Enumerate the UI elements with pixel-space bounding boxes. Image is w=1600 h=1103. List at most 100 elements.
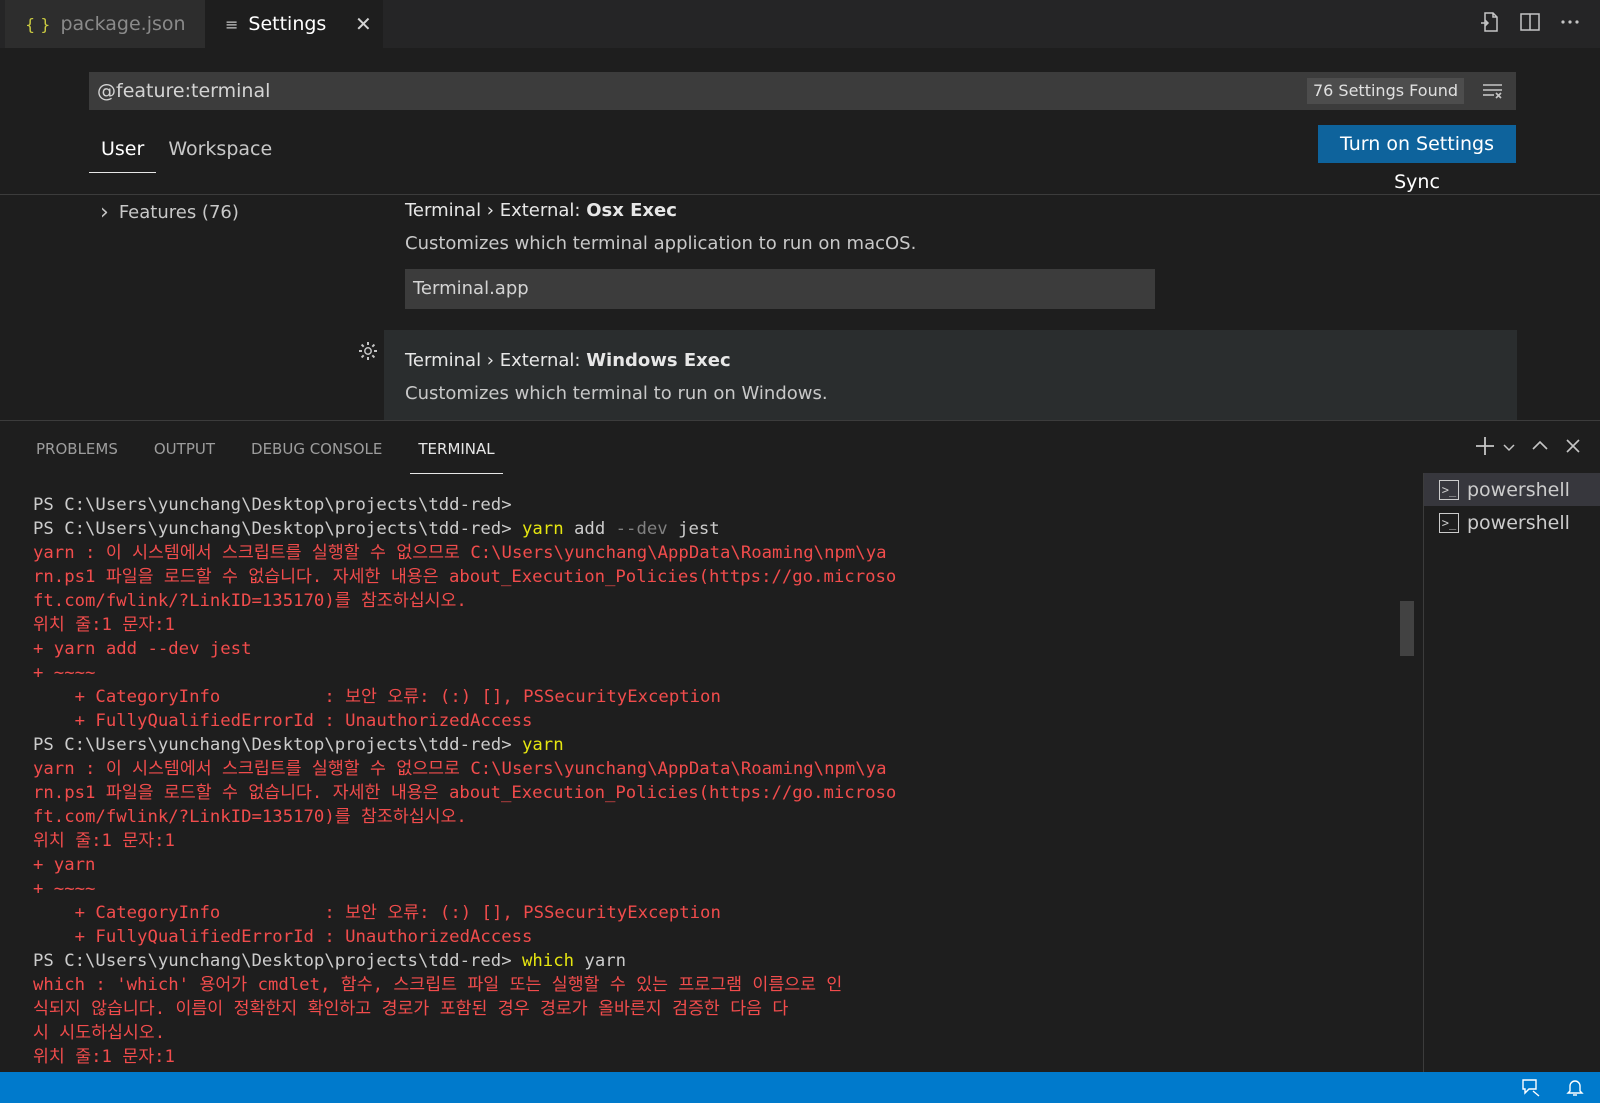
tab-settings[interactable]: ≡ Settings ✕ (205, 0, 383, 48)
terminal-line: + FullyQualifiedErrorId : UnauthorizedAc… (33, 709, 1393, 733)
setting-description: Customizes which terminal to run on Wind… (405, 383, 828, 404)
terminal-text: 식되지 않습니다. 이름이 정확한지 확인하고 경로가 포함된 경우 경로가 올… (33, 999, 789, 1019)
terminal-text: + FullyQualifiedErrorId : UnauthorizedAc… (33, 927, 533, 947)
terminal-text: 위치 줄:1 문자:1 (33, 615, 175, 635)
terminal-line: + CategoryInfo : 보안 오류: (:) [], PSSecuri… (33, 685, 1393, 709)
panel-tabs: PROBLEMS OUTPUT DEBUG CONSOLE TERMINAL (28, 421, 523, 474)
terminal-text: PS C:\Users\yunchang\Desktop\projects\td… (33, 519, 522, 539)
split-editor-icon[interactable] (1518, 10, 1542, 34)
status-bar (0, 1072, 1600, 1103)
setting-title: Terminal › External: Windows Exec (405, 350, 731, 371)
terminal-line: rn.ps1 파일을 로드할 수 없습니다. 자세한 내용은 about_Exe… (33, 565, 1393, 589)
terminal-line: 시 시도하십시오. (33, 1021, 1393, 1045)
chevron-right-icon: › (100, 200, 109, 225)
terminal-text: 위치 줄:1 문자:1 (33, 1047, 175, 1067)
tab-workspace[interactable]: Workspace (156, 128, 284, 172)
close-panel-icon[interactable] (1564, 437, 1582, 459)
terminal-line: 위치 줄:1 문자:1 (33, 1045, 1393, 1069)
terminal-line: PS C:\Users\yunchang\Desktop\projects\td… (33, 949, 1393, 973)
terminal-scrollbar[interactable] (1400, 601, 1414, 656)
terminal-line: 식되지 않습니다. 이름이 정확한지 확인하고 경로가 포함된 경우 경로가 올… (33, 997, 1393, 1021)
tab-label: Settings (248, 13, 327, 35)
close-icon[interactable]: ✕ (355, 12, 372, 36)
terminal-line: PS C:\Users\yunchang\Desktop\projects\td… (33, 733, 1393, 757)
terminal-line: ft.com/fwlink/?LinkID=135170)를 참조하십시오. (33, 589, 1393, 613)
terminal-text: PS C:\Users\yunchang\Desktop\projects\td… (33, 495, 512, 515)
settings-sync-button[interactable]: Turn on Settings Sync (1318, 125, 1516, 193)
terminal-text: rn.ps1 파일을 로드할 수 없습니다. 자세한 내용은 about_Exe… (33, 783, 897, 803)
terminal-text: rn.ps1 파일을 로드할 수 없습니다. 자세한 내용은 about_Exe… (33, 567, 897, 587)
terminal-line: + yarn add --dev jest (33, 637, 1393, 661)
setting-name: Osx Exec (586, 200, 677, 221)
settings-search-input[interactable]: @feature:terminal 76 Settings Found (89, 72, 1516, 110)
terminal-text: jest (667, 519, 720, 539)
search-query: @feature:terminal (97, 80, 271, 102)
terminal-text: + ~~~~ (33, 663, 96, 683)
terminal-line: + ~~~~ (33, 877, 1393, 901)
terminal-text: 시 시도하십시오. (33, 1023, 166, 1043)
tab-terminal[interactable]: TERMINAL (410, 421, 503, 474)
osx-exec-input[interactable]: Terminal.app (405, 269, 1155, 309)
setting-title: Terminal › External: Osx Exec (405, 200, 677, 221)
terminal-line: which : 'which' 용어가 cmdlet, 함수, 스크립트 파일 … (33, 973, 1393, 997)
terminal-text: ft.com/fwlink/?LinkID=135170)를 참조하십시오. (33, 591, 467, 611)
terminal-line: + CategoryInfo : 보안 오류: (:) [], PSSecuri… (33, 901, 1393, 925)
terminal-text: which : 'which' 용어가 cmdlet, 함수, 스크립트 파일 … (33, 975, 843, 995)
tab-user[interactable]: User (89, 128, 157, 173)
tab-problems[interactable]: PROBLEMS (28, 421, 126, 473)
terminal-text: yarn : 이 시스템에서 스크립트를 실행할 수 없으므로 C:\Users… (33, 543, 887, 563)
settings-editor: @feature:terminal 76 Settings Found User… (0, 48, 1600, 420)
terminal-text: + ~~~~ (33, 879, 96, 899)
tab-package-json[interactable]: { } package.json (5, 0, 205, 48)
terminal-instance-label: powershell (1467, 478, 1570, 501)
notifications-bell-icon[interactable] (1564, 1076, 1586, 1102)
terminal-output[interactable]: PS C:\Users\yunchang\Desktop\projects\td… (33, 493, 1393, 1069)
terminal-text: which (522, 951, 575, 971)
toc-label: Features (76) (118, 202, 239, 223)
editor-tab-bar: { } package.json ≡ Settings ✕ (0, 0, 1600, 48)
terminal-text: yarn : 이 시스템에서 스크립트를 실행할 수 없으므로 C:\Users… (33, 759, 887, 779)
braces-icon: { } (25, 14, 51, 34)
terminal-line: + FullyQualifiedErrorId : UnauthorizedAc… (33, 925, 1393, 949)
setting-windows-exec: Terminal › External: Windows Exec Custom… (384, 330, 1517, 420)
terminal-instance-label: powershell (1467, 511, 1570, 534)
bottom-panel: PROBLEMS OUTPUT DEBUG CONSOLE TERMINAL P… (0, 420, 1600, 1073)
terminal-text: + FullyQualifiedErrorId : UnauthorizedAc… (33, 711, 533, 731)
terminal-line: yarn : 이 시스템에서 스크립트를 실행할 수 없으므로 C:\Users… (33, 757, 1393, 781)
terminal-line: PS C:\Users\yunchang\Desktop\projects\td… (33, 493, 1393, 517)
terminal-text: PS C:\Users\yunchang\Desktop\projects\td… (33, 735, 522, 755)
terminal-text: + CategoryInfo : 보안 오류: (:) [], PSSecuri… (33, 903, 721, 923)
terminal-text: --dev (615, 519, 668, 539)
terminal-line: 위치 줄:1 문자:1 (33, 829, 1393, 853)
terminal-line: 위치 줄:1 문자:1 (33, 613, 1393, 637)
setting-name: Windows Exec (586, 350, 731, 371)
terminal-text: yarn (574, 951, 627, 971)
terminal-line: ft.com/fwlink/?LinkID=135170)를 참조하십시오. (33, 805, 1393, 829)
tab-output[interactable]: OUTPUT (146, 421, 223, 473)
terminal-text: 위치 줄:1 문자:1 (33, 831, 175, 851)
terminal-icon: >_ (1439, 512, 1459, 533)
more-actions-icon[interactable] (1558, 10, 1582, 34)
setting-osx-exec: Terminal › External: Osx Exec Customizes… (405, 194, 1165, 309)
open-settings-json-icon[interactable] (1478, 10, 1502, 34)
settings-found-badge: 76 Settings Found (1306, 78, 1464, 104)
terminal-icon: >_ (1439, 479, 1459, 500)
clear-filter-icon[interactable] (1480, 78, 1506, 104)
terminal-instance-item[interactable]: >_ powershell (1424, 506, 1600, 539)
tab-debug-console[interactable]: DEBUG CONSOLE (243, 421, 390, 473)
setting-description: Customizes which terminal application to… (405, 233, 917, 254)
terminal-instance-item[interactable]: >_ powershell (1424, 473, 1600, 506)
feedback-icon[interactable] (1520, 1076, 1542, 1102)
maximize-panel-icon[interactable] (1530, 436, 1550, 460)
gear-icon[interactable] (357, 340, 379, 362)
toc-item-features[interactable]: › Features (76) (100, 200, 239, 225)
terminal-instance-list: >_ powershell >_ powershell (1423, 473, 1600, 1073)
terminal-line: PS C:\Users\yunchang\Desktop\projects\td… (33, 517, 1393, 541)
terminal-text: + yarn (33, 855, 96, 875)
chevron-down-icon[interactable] (1502, 439, 1516, 458)
new-terminal-icon[interactable] (1474, 435, 1496, 461)
settings-scope-tabs: User Workspace (89, 128, 284, 173)
terminal-line: rn.ps1 파일을 로드할 수 없습니다. 자세한 내용은 about_Exe… (33, 781, 1393, 805)
terminal-line: + ~~~~ (33, 661, 1393, 685)
terminal-text: ft.com/fwlink/?LinkID=135170)를 참조하십시오. (33, 807, 467, 827)
